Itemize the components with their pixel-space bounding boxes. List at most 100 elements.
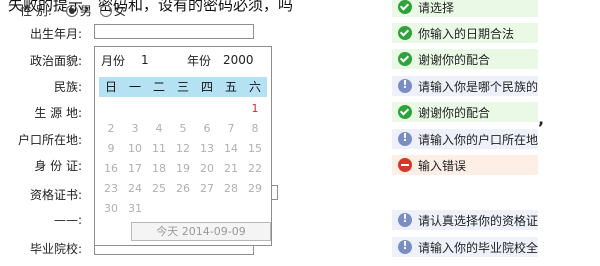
calendar-week-row: 30 31 [99, 199, 267, 219]
calendar-week-row: 9 10 11 12 13 14 15 [99, 139, 267, 159]
date-picker-popup[interactable]: 月份 1 年份 2000 日 一 二 三 四 五 六 1 2 3 4 5 6 7… [94, 46, 272, 246]
calendar-day[interactable] [147, 199, 171, 219]
message-politics: 谢谢你的配合 [392, 49, 538, 69]
calendar-day[interactable]: 29 [243, 179, 267, 199]
gender-male-radio[interactable] [65, 4, 78, 17]
calendar-day[interactable]: 21 [219, 159, 243, 179]
calendar-week-row: 23 24 25 26 27 28 29 [99, 179, 267, 199]
info-icon [398, 78, 412, 93]
message-text: 请输入你是哪个民族的 [418, 79, 538, 94]
gender-row: 性 别: 男 女 [20, 2, 126, 19]
calendar-day[interactable]: 8 [243, 119, 267, 139]
message-origin: 谢谢你的配合 [392, 102, 538, 122]
calendar-day[interactable]: 16 [99, 159, 123, 179]
calendar-day[interactable]: 11 [147, 139, 171, 159]
info-icon [398, 239, 412, 254]
birth-input[interactable] [94, 24, 254, 39]
calendar-day[interactable]: 22 [243, 159, 267, 179]
message-hukou: 请输入你的户口所在地 [392, 129, 538, 149]
calendar-day[interactable] [147, 99, 171, 119]
calendar-day[interactable] [195, 199, 219, 219]
calendar-day[interactable] [171, 99, 195, 119]
calendar-day[interactable] [219, 99, 243, 119]
school-label: 毕业院校: [29, 242, 82, 256]
today-button[interactable]: 今天 2014-09-09 [131, 222, 271, 241]
politics-label: 政治面貌: [29, 54, 82, 68]
calendar-day[interactable]: 30 [99, 199, 123, 219]
calendar-day[interactable]: 19 [171, 159, 195, 179]
year-select[interactable]: 2000 [223, 53, 254, 67]
calendar-day[interactable]: 12 [171, 139, 195, 159]
weekday: 日 [104, 80, 117, 94]
month-label: 月份 [101, 53, 126, 68]
check-icon [398, 105, 412, 119]
check-icon [398, 26, 412, 40]
calendar-day[interactable] [243, 199, 267, 219]
calendar-day[interactable]: 4 [147, 119, 171, 139]
calendar-day[interactable]: 18 [147, 159, 171, 179]
info-icon [398, 131, 412, 146]
calendar-day[interactable]: 3 [123, 119, 147, 139]
calendar-grid: 1 2 3 4 5 6 7 8 9 10 11 12 13 14 15 16 1… [99, 99, 267, 219]
calendar-week-row: 1 [99, 99, 267, 119]
calendar-day[interactable]: 9 [99, 139, 123, 159]
calendar-day[interactable] [123, 99, 147, 119]
birth-label: 出生年月: [29, 27, 82, 41]
calendar-day[interactable]: 15 [243, 139, 267, 159]
calendar-header: 月份 1 年份 2000 [95, 47, 271, 73]
calendar-day[interactable] [99, 99, 123, 119]
weekday-header: 日 一 二 三 四 五 六 [99, 77, 267, 97]
origin-label: 生 源 地: [34, 106, 82, 120]
calendar-day[interactable]: 13 [195, 139, 219, 159]
calendar-day[interactable]: 31 [123, 199, 147, 219]
dash-label: ——: [53, 213, 82, 227]
message-idcard: 输入错误 [392, 155, 538, 175]
calendar-day[interactable]: 25 [147, 179, 171, 199]
calendar-day[interactable]: 7 [219, 119, 243, 139]
stray-comma: ’ [538, 118, 545, 137]
calendar-week-row: 2 3 4 5 6 7 8 [99, 119, 267, 139]
message-text: 谢谢你的配合 [418, 105, 491, 120]
message-text: 请输入你的毕业院校全 [418, 240, 538, 255]
calendar-day[interactable]: 20 [195, 159, 219, 179]
weekday: 五 [224, 80, 237, 94]
gender-female-radio[interactable] [99, 4, 112, 17]
calendar-day-selected[interactable]: 1 [243, 99, 267, 119]
calendar-day[interactable]: 27 [195, 179, 219, 199]
calendar-day[interactable]: 28 [219, 179, 243, 199]
month-select[interactable]: 1 [141, 53, 183, 67]
calendar-day[interactable] [195, 99, 219, 119]
calendar-day[interactable] [171, 199, 195, 219]
weekday: 一 [128, 80, 141, 94]
calendar-day[interactable]: 2 [99, 119, 123, 139]
weekday: 四 [200, 80, 213, 94]
weekday: 二 [152, 80, 165, 94]
weekday: 六 [248, 80, 261, 94]
ethnicity-label: 民族: [53, 80, 82, 94]
gender-female-label: 女 [113, 4, 126, 18]
calendar-day[interactable]: 10 [123, 139, 147, 159]
calendar-day[interactable]: 5 [171, 119, 195, 139]
message-gender: 请选择 [392, 0, 538, 17]
calendar-day[interactable]: 17 [123, 159, 147, 179]
message-school: 请输入你的毕业院校全 [392, 237, 538, 257]
weekday: 三 [176, 80, 189, 94]
calendar-week-row: 16 17 18 19 20 21 22 [99, 159, 267, 179]
error-icon [398, 158, 412, 172]
info-icon [398, 212, 412, 227]
message-text: 谢谢你的配合 [418, 52, 491, 67]
calendar-day[interactable]: 26 [171, 179, 195, 199]
calendar-day[interactable]: 14 [219, 139, 243, 159]
calendar-day[interactable] [219, 199, 243, 219]
message-text: 请认真选择你的资格证 [418, 213, 538, 228]
calendar-day[interactable]: 6 [195, 119, 219, 139]
message-birth: 你输入的日期合法 [392, 23, 538, 43]
check-icon [398, 0, 412, 14]
hukou-label: 户口所在地: [17, 133, 82, 147]
message-text: 你输入的日期合法 [418, 26, 515, 41]
calendar-day[interactable]: 23 [99, 179, 123, 199]
calendar-day[interactable]: 24 [123, 179, 147, 199]
message-text: 请输入你的户口所在地 [418, 132, 538, 147]
message-cert: 请认真选择你的资格证 [392, 210, 538, 230]
message-ethnicity: 请输入你是哪个民族的 [392, 76, 538, 96]
